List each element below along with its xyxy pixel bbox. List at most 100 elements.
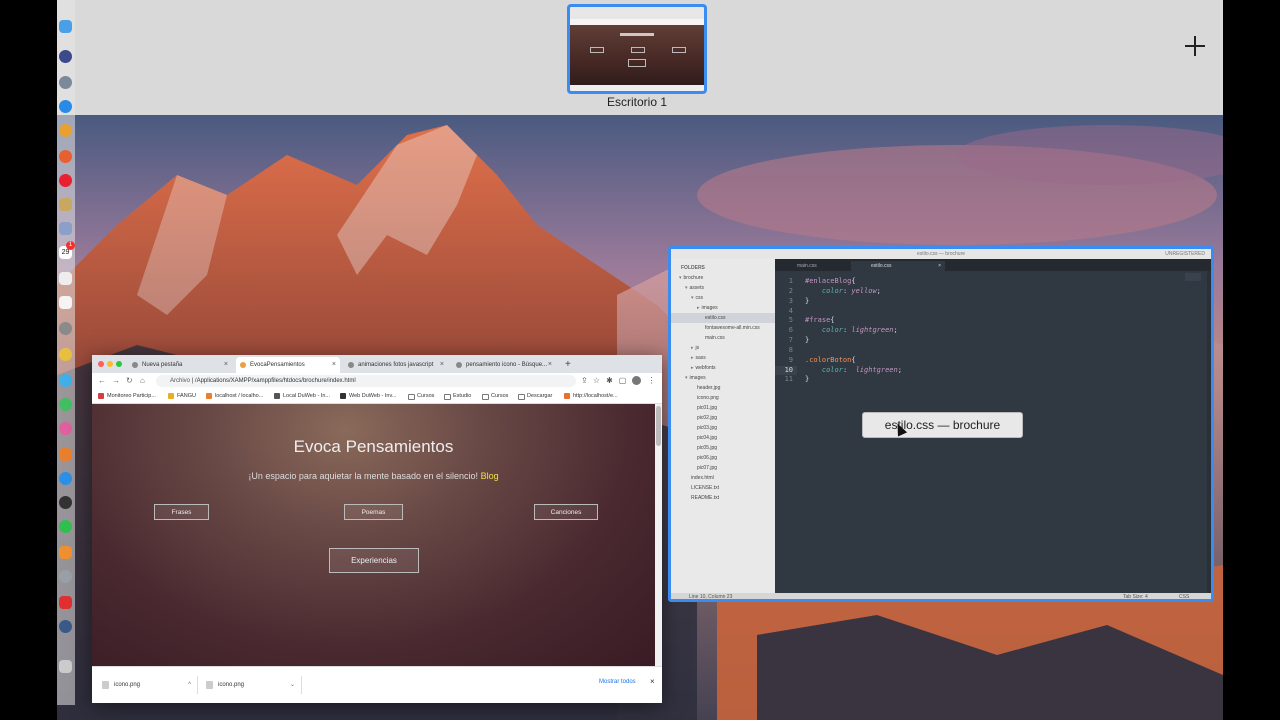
tree-item-index-html[interactable]: index.html (691, 473, 714, 483)
tree-item-file[interactable]: header.jpg (697, 383, 720, 393)
menu-kebab-icon[interactable]: ⋮ (647, 376, 656, 385)
itunes-icon[interactable] (59, 422, 72, 435)
plus-icon[interactable] (1185, 36, 1205, 56)
opera-icon[interactable] (59, 174, 72, 187)
tree-item-file[interactable]: pic03.jpg (697, 423, 717, 433)
chevron-down-icon[interactable]: ⌄ (290, 676, 295, 694)
tree-item-readme[interactable]: README.txt (691, 493, 719, 503)
tree-item-estilo-css[interactable]: estilo.css (671, 313, 775, 323)
messages-icon[interactable] (59, 374, 72, 387)
sublime-text-icon[interactable] (59, 546, 72, 559)
firefox-icon[interactable] (59, 150, 72, 163)
tree-item-sass[interactable]: ▸ sass (691, 353, 706, 363)
editor-tab-estilo-css[interactable]: estilo.css × (851, 261, 945, 271)
trash-icon[interactable] (59, 660, 72, 673)
share-icon[interactable]: ⇪ (580, 376, 589, 385)
reminders-icon[interactable] (59, 296, 72, 309)
extensions-icon[interactable]: ✱ (605, 376, 614, 385)
tree-item-assets[interactable]: ▾ assets (685, 283, 704, 293)
poemas-button[interactable]: Poemas (344, 504, 403, 520)
reading-list-icon[interactable]: ▢ (618, 376, 627, 385)
disk-utility-icon[interactable] (59, 570, 72, 583)
home-icon[interactable]: ⌂ (140, 375, 145, 387)
tree-item-css[interactable]: ▾ css (691, 293, 703, 303)
bookmark-item[interactable]: Web DuWeb - Inv... (340, 390, 396, 402)
safari-icon[interactable] (59, 100, 72, 113)
new-tab-icon[interactable]: + (565, 357, 571, 373)
books-icon[interactable] (59, 448, 72, 461)
back-icon[interactable]: ← (98, 375, 106, 387)
bookmark-item[interactable]: Local DuWeb - In... (274, 390, 330, 402)
tree-item-license[interactable]: LICENSE.txt (691, 483, 719, 493)
download-item[interactable]: icono.png ⌄ (202, 676, 302, 694)
tree-item-fontawesome[interactable]: fontawesome-all.min.css (705, 323, 760, 333)
finder-icon[interactable] (59, 20, 72, 33)
bookmark-folder[interactable]: Estudio (444, 390, 471, 402)
close-tab-icon[interactable]: × (440, 357, 444, 373)
close-tab-icon[interactable]: × (938, 261, 941, 271)
chrome-icon[interactable] (59, 124, 72, 137)
experiencias-button[interactable]: Experiencias (329, 548, 419, 573)
close-icon[interactable]: × (650, 677, 655, 686)
editor-tab-main-css[interactable]: main.css (777, 261, 849, 271)
avatar[interactable] (632, 376, 641, 385)
bookmark-star-icon[interactable]: ☆ (592, 376, 601, 385)
reload-icon[interactable]: ↻ (126, 375, 133, 387)
siri-icon[interactable] (59, 50, 72, 63)
launchpad-icon[interactable] (59, 76, 72, 89)
tab-animaciones[interactable]: animaciones fotos javascript × (344, 357, 448, 373)
editor-scrollbar[interactable] (1207, 271, 1211, 593)
close-tab-icon[interactable]: × (332, 357, 336, 373)
tree-item-brochure[interactable]: ▾ brochure (679, 273, 703, 283)
frases-button[interactable]: Frases (154, 504, 209, 520)
close-window-icon[interactable] (98, 361, 104, 367)
preview-icon[interactable] (59, 222, 72, 235)
canciones-button[interactable]: Canciones (534, 504, 598, 520)
tree-item-file[interactable]: icono.png (697, 393, 719, 403)
tree-item-file[interactable]: pic01.jpg (697, 403, 717, 413)
close-tab-icon[interactable]: × (548, 357, 552, 373)
address-bar[interactable]: Archivo | /Applications/XAMPP/xamppfiles… (156, 375, 576, 387)
blog-link[interactable]: Blog (481, 471, 499, 481)
bookmark-folder[interactable]: Cursos (482, 390, 508, 402)
minimap[interactable] (1185, 273, 1201, 281)
bookmark-folder[interactable]: Cursos (408, 390, 434, 402)
forward-icon[interactable]: → (112, 375, 120, 387)
status-tab-size[interactable]: Tab Size: 4 (1123, 593, 1148, 599)
textedit-icon[interactable] (59, 272, 72, 285)
tree-item-main-css[interactable]: main.css (705, 333, 725, 343)
whatsapp-icon[interactable] (59, 520, 72, 533)
photos-icon[interactable] (59, 348, 72, 361)
chevron-up-icon[interactable]: ^ (188, 676, 191, 694)
bookmark-item[interactable]: FANGU (168, 390, 196, 402)
zoom-window-icon[interactable] (116, 361, 122, 367)
tree-item-images[interactable]: ▸ images (697, 303, 718, 313)
page-scrollbar[interactable] (655, 404, 662, 666)
bookmark-folder[interactable]: Descargar (518, 390, 552, 402)
tree-item-file[interactable]: pic02.jpg (697, 413, 717, 423)
youtube-icon[interactable] (59, 596, 72, 609)
tree-item-file[interactable]: pic06.jpg (697, 453, 717, 463)
activity-monitor-icon[interactable] (59, 496, 72, 509)
system-preferences-icon[interactable] (59, 322, 72, 335)
facetime-icon[interactable] (59, 398, 72, 411)
close-tab-icon[interactable]: × (224, 357, 228, 373)
desktop-space-thumbnail[interactable] (567, 4, 707, 94)
bookmark-item[interactable]: http://localhost/e... (564, 390, 618, 402)
tree-item-images-root[interactable]: ▾ images (685, 373, 706, 383)
quicktime-icon[interactable] (59, 620, 72, 633)
app-store-icon[interactable] (59, 472, 72, 485)
tree-item-file[interactable]: pic04.jpg (697, 433, 717, 443)
tab-pensamiento-icono[interactable]: pensamiento icono - Búsque... × (452, 357, 556, 373)
tree-item-webfonts[interactable]: ▸ webfonts (691, 363, 716, 373)
tab-evoca-pensamientos[interactable]: EvocaPensamientos × (236, 357, 340, 373)
download-item[interactable]: icono.png ^ (98, 676, 198, 694)
tab-nueva-pestana[interactable]: Nueva pestaña × (128, 357, 232, 373)
notes-icon[interactable] (59, 198, 72, 211)
bookmark-item[interactable]: Monitoreo Particip... (98, 390, 156, 402)
tree-item-file[interactable]: pic07.jpg (697, 463, 717, 473)
status-syntax[interactable]: CSS (1179, 593, 1189, 599)
show-all-downloads-link[interactable]: Mostrar todos (599, 679, 636, 685)
tree-item-js[interactable]: ▸ js (691, 343, 699, 353)
bookmark-item[interactable]: localhost / localho... (206, 390, 263, 402)
